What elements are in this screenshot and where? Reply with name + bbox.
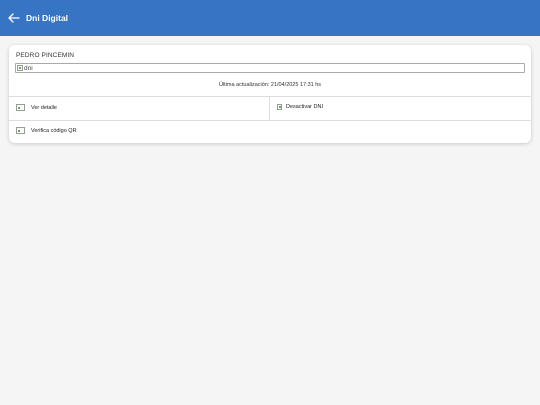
- dni-image: dni: [15, 63, 525, 73]
- app-bar: Dni Digital: [0, 0, 540, 36]
- qr-icon: [16, 127, 25, 134]
- dni-card: PEDRO PINCEMIN dni Última actualización:…: [9, 45, 531, 143]
- broken-image-icon: [17, 65, 23, 71]
- arrow-left-icon: [8, 13, 20, 23]
- details-icon: [16, 104, 25, 111]
- dni-image-alt: dni: [24, 64, 33, 72]
- page-title: Dni Digital: [26, 13, 69, 23]
- back-button[interactable]: [3, 7, 25, 29]
- deactivate-dni-label: Desactivar DNI: [286, 104, 323, 110]
- deactivate-icon: [277, 104, 282, 110]
- divider: [9, 96, 531, 97]
- divider-vertical: [269, 97, 270, 120]
- holder-name: PEDRO PINCEMIN: [16, 52, 75, 59]
- view-details-label: Ver detalle: [31, 104, 57, 111]
- verify-qr-label: Verifica código QR: [31, 127, 77, 134]
- verify-qr-button[interactable]: Verifica código QR: [16, 127, 77, 134]
- view-details-button[interactable]: Ver detalle: [16, 104, 57, 111]
- last-update-text: Última actualización: 21/04/2025 17:31 h…: [218, 82, 322, 88]
- deactivate-dni-button[interactable]: Desactivar DNI: [277, 104, 323, 110]
- divider: [9, 120, 531, 121]
